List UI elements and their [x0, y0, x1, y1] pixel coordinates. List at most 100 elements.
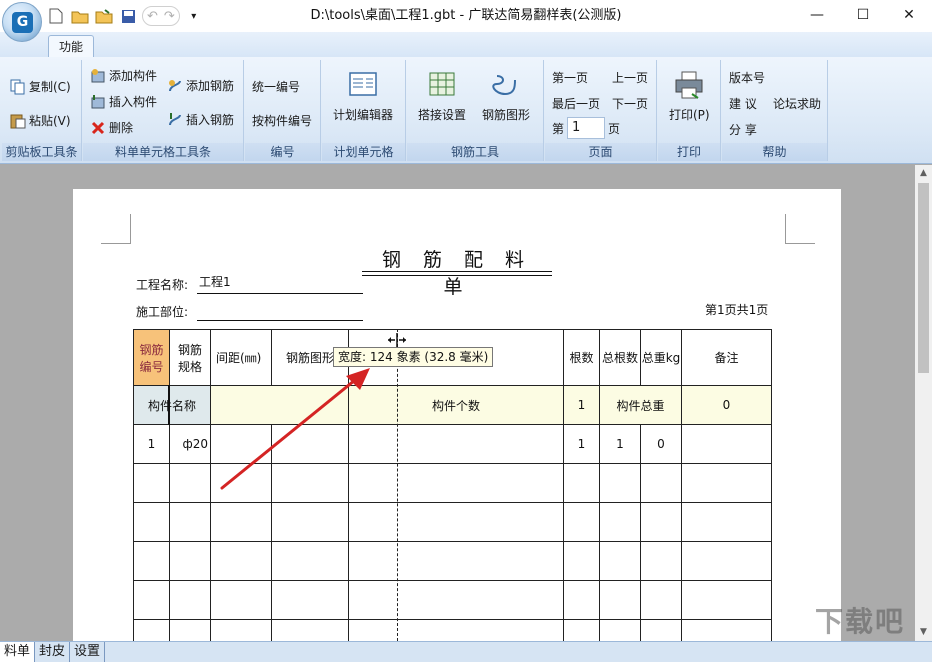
header-remark[interactable]: 备注 — [682, 330, 772, 386]
data-roots-cell[interactable]: 1 — [564, 425, 600, 464]
table-cell[interactable] — [211, 620, 272, 642]
insert-rebar-button[interactable]: 插入钢筋 — [167, 111, 234, 128]
table-cell[interactable] — [600, 503, 641, 542]
table-cell[interactable] — [682, 542, 772, 581]
table-cell[interactable] — [600, 464, 641, 503]
table-cell[interactable] — [641, 464, 682, 503]
prev-page-button[interactable]: 上一页 — [612, 69, 648, 86]
table-cell[interactable] — [134, 581, 170, 620]
sheet-tab-material-list[interactable]: 料单 — [0, 642, 36, 662]
new-file-icon[interactable] — [46, 6, 66, 26]
table-cell[interactable] — [682, 464, 772, 503]
scroll-thumb[interactable] — [918, 183, 929, 373]
table-cell[interactable] — [272, 503, 349, 542]
print-button[interactable]: 打印(P) — [669, 70, 710, 123]
table-cell[interactable] — [349, 464, 564, 503]
vertical-scrollbar[interactable]: ▲ ▼ — [915, 165, 932, 641]
table-cell[interactable] — [564, 620, 600, 642]
table-cell[interactable] — [349, 503, 564, 542]
table-cell[interactable] — [641, 503, 682, 542]
header-rebar-number[interactable]: 钢筋编号 — [134, 330, 170, 386]
table-cell[interactable] — [682, 581, 772, 620]
table-cell[interactable] — [170, 503, 211, 542]
table-cell[interactable] — [564, 581, 600, 620]
first-page-button[interactable]: 第一页 — [552, 69, 588, 86]
table-cell[interactable] — [170, 620, 211, 642]
plan-editor-button[interactable]: 计划编辑器 — [333, 70, 393, 123]
table-cell[interactable] — [564, 542, 600, 581]
table-cell[interactable] — [349, 581, 564, 620]
close-button[interactable]: ✕ — [886, 0, 932, 30]
sheet-tab-cover[interactable]: 封皮 — [35, 642, 71, 662]
redo-icon[interactable]: ↷ — [164, 9, 175, 24]
version-button[interactable]: 版本号 — [729, 69, 765, 86]
save-icon[interactable] — [118, 6, 138, 26]
project-name-value[interactable]: 工程1 — [199, 273, 231, 290]
header-roots[interactable]: 根数 — [564, 330, 600, 386]
table-cell[interactable] — [272, 581, 349, 620]
table-cell[interactable] — [349, 620, 564, 642]
component-count-value-cell[interactable]: 1 — [564, 386, 600, 425]
component-total-value-cell[interactable]: 0 — [682, 386, 772, 425]
table-cell[interactable] — [170, 542, 211, 581]
table-cell[interactable] — [682, 620, 772, 642]
minimize-button[interactable]: — — [794, 0, 840, 30]
data-remark-cell[interactable] — [682, 425, 772, 464]
data-rebar-spec-cell[interactable]: ф20 — [170, 425, 211, 464]
data-blank-cell[interactable] — [349, 425, 564, 464]
table-cell[interactable] — [211, 503, 272, 542]
table-cell[interactable] — [682, 503, 772, 542]
app-menu-button[interactable]: G — [2, 2, 42, 42]
maximize-button[interactable]: ☐ — [840, 0, 886, 30]
last-page-button[interactable]: 最后一页 — [552, 95, 600, 112]
scroll-up-icon[interactable]: ▲ — [915, 165, 932, 182]
suggest-button[interactable]: 建 议 — [729, 95, 757, 112]
table-cell[interactable] — [211, 581, 272, 620]
unified-number-button[interactable]: 统一编号 — [252, 78, 300, 95]
insert-component-button[interactable]: 插入构件 — [90, 93, 157, 110]
paste-button[interactable]: 粘贴(V) — [10, 112, 71, 129]
scroll-down-icon[interactable]: ▼ — [915, 624, 932, 641]
share-button[interactable]: 分 享 — [729, 121, 757, 138]
add-rebar-button[interactable]: 添加钢筋 — [167, 77, 234, 94]
open-folder-icon[interactable] — [70, 6, 90, 26]
copy-button[interactable]: 复制(C) — [10, 78, 71, 95]
data-total-roots-cell[interactable]: 1 — [600, 425, 641, 464]
splice-settings-button[interactable]: 搭接设置 — [418, 70, 466, 123]
table-cell[interactable] — [564, 464, 600, 503]
table-cell[interactable] — [134, 620, 170, 642]
undo-icon[interactable]: ↶ — [147, 9, 158, 24]
open-recent-icon[interactable] — [94, 6, 114, 26]
data-rebar-number-cell[interactable]: 1 — [134, 425, 170, 464]
table-cell[interactable] — [170, 464, 211, 503]
table-cell[interactable] — [641, 542, 682, 581]
component-count-label-cell[interactable]: 构件个数 — [349, 386, 564, 425]
table-cell[interactable] — [272, 620, 349, 642]
table-cell[interactable] — [641, 581, 682, 620]
header-rebar-spec[interactable]: 钢筋规格 — [170, 330, 211, 386]
tab-function[interactable]: 功能 — [48, 35, 94, 59]
header-total-weight[interactable]: 总重kg — [641, 330, 682, 386]
header-total-roots[interactable]: 总根数 — [600, 330, 641, 386]
number-by-component-button[interactable]: 按构件编号 — [252, 112, 312, 129]
forum-help-button[interactable]: 论坛求助 — [773, 95, 821, 112]
table-cell[interactable] — [134, 464, 170, 503]
data-total-weight-cell[interactable]: 0 — [641, 425, 682, 464]
table-cell[interactable] — [600, 542, 641, 581]
page-number-input[interactable]: 1 — [567, 117, 606, 139]
customize-qat-icon[interactable]: ▾ — [184, 6, 204, 26]
component-total-label-cell[interactable]: 构件总重 — [600, 386, 682, 425]
rebar-shape-button[interactable]: 钢筋图形 — [482, 70, 530, 123]
component-name-cell[interactable]: 构件名称 — [134, 386, 211, 425]
table-cell[interactable] — [134, 542, 170, 581]
table-cell[interactable] — [564, 503, 600, 542]
next-page-button[interactable]: 下一页 — [612, 95, 648, 112]
table-cell[interactable] — [134, 503, 170, 542]
table-cell[interactable] — [272, 542, 349, 581]
delete-button[interactable]: 删除 — [90, 119, 133, 136]
table-cell[interactable] — [170, 581, 211, 620]
table-cell[interactable] — [600, 620, 641, 642]
sheet-tab-settings[interactable]: 设置 — [70, 642, 106, 662]
table-cell[interactable] — [349, 542, 564, 581]
table-cell[interactable] — [211, 542, 272, 581]
